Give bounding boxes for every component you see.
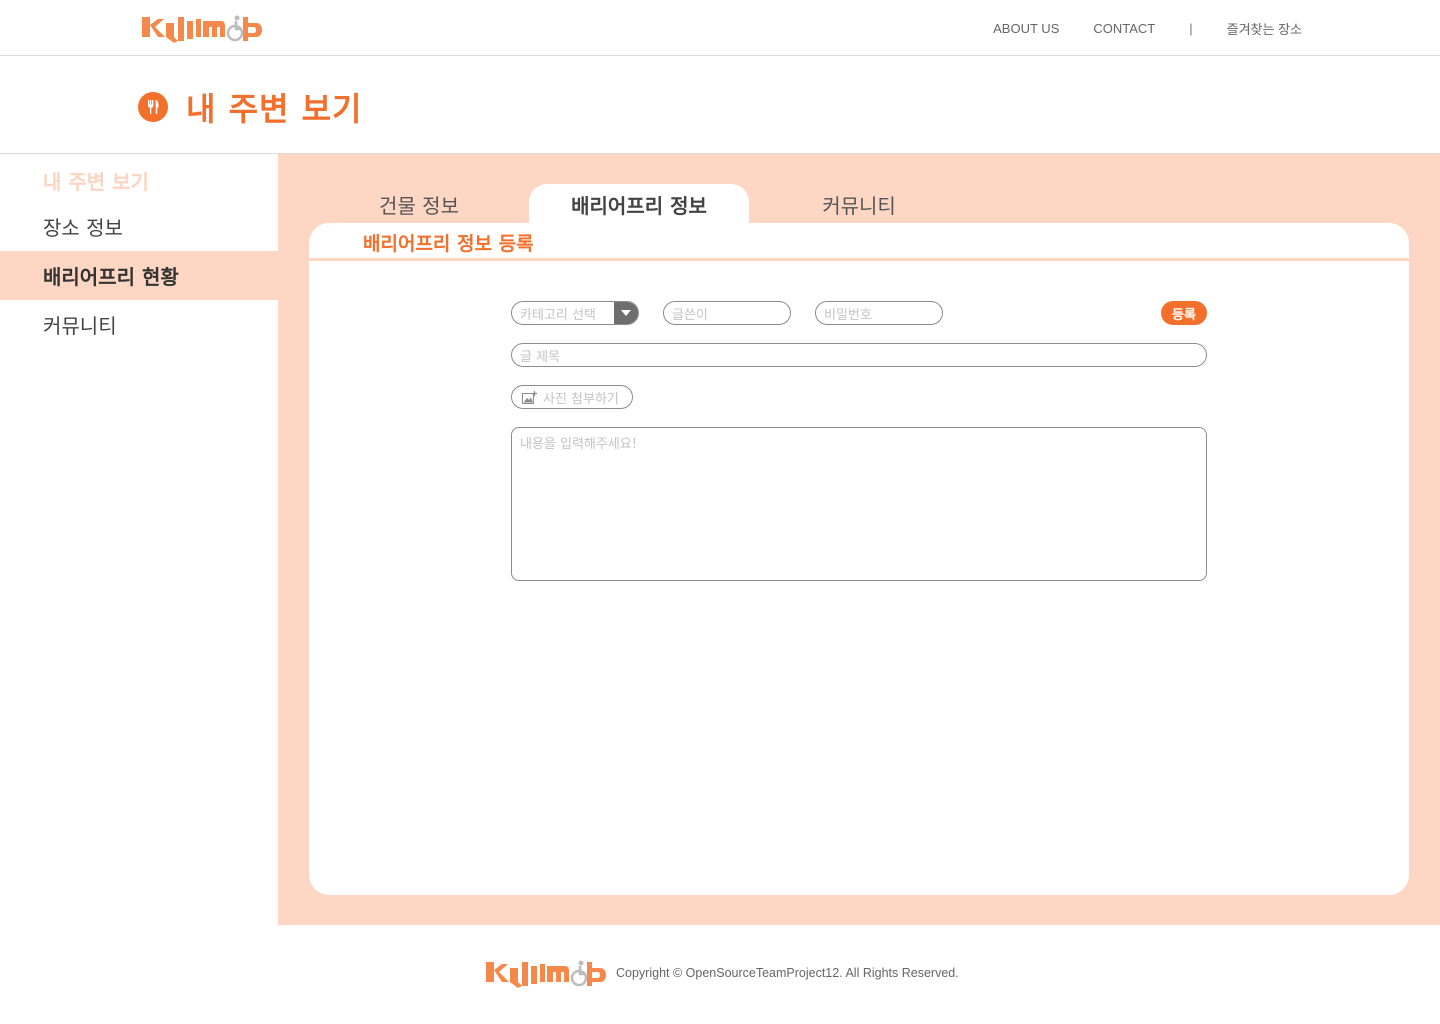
nav-separator: | (1189, 21, 1193, 36)
logo-mark (142, 15, 262, 43)
site-logo[interactable] (142, 13, 266, 43)
sidebar-item-place-info[interactable]: 장소 정보 (0, 202, 278, 251)
form-card: 배리어프리 정보 등록 카테고리 선택 글쓴이 비밀번호 등록 글 제목 사진 … (309, 223, 1409, 895)
form-title-rule (309, 258, 1409, 261)
attach-photo-label: 사진 첨부하기 (543, 391, 619, 407)
content-textarea[interactable]: 내용을 입력해주세요! (511, 427, 1207, 581)
tab-barrier-free-info[interactable]: 배리어프리 정보 (529, 184, 749, 224)
sidebar-item-community[interactable]: 커뮤니티 (0, 300, 278, 349)
copyright-text: Copyright © OpenSourceTeamProject12. All… (616, 966, 959, 980)
fork-knife-icon (138, 92, 168, 122)
author-input[interactable]: 글쓴이 (663, 301, 791, 325)
footer: Copyright © OpenSourceTeamProject12. All… (486, 958, 959, 988)
top-bar: ABOUT US CONTACT | 즐겨찾는 장소 (0, 0, 1440, 56)
nav-favorites[interactable]: 즐겨찾는 장소 (1227, 19, 1302, 38)
nav-contact[interactable]: CONTACT (1093, 21, 1155, 36)
category-select-value: 카테고리 선택 (520, 307, 596, 323)
top-nav: ABOUT US CONTACT | 즐겨찾는 장소 (993, 19, 1302, 38)
chevron-down-icon[interactable] (614, 302, 638, 324)
sidebar-item-barrier-free-status[interactable]: 배리어프리 현황 (0, 251, 278, 300)
page-title: 내 주변 보기 (186, 90, 363, 128)
sidebar-heading: 내 주변 보기 (43, 170, 149, 194)
nav-about-us[interactable]: ABOUT US (993, 21, 1059, 36)
tab-community[interactable]: 커뮤니티 (749, 184, 969, 224)
password-input[interactable]: 비밀번호 (815, 301, 943, 325)
page-title-row: 내 주변 보기 (138, 84, 362, 130)
sidebar: 내 주변 보기 장소 정보 배리어프리 현황 커뮤니티 (0, 154, 278, 349)
footer-logo (486, 960, 606, 988)
form-title: 배리어프리 정보 등록 (363, 233, 534, 255)
category-select[interactable]: 카테고리 선택 (511, 301, 639, 325)
subject-input[interactable]: 글 제목 (511, 343, 1207, 367)
attach-photo-button[interactable]: 사진 첨부하기 (511, 385, 633, 409)
tab-building-info[interactable]: 건물 정보 (309, 184, 529, 224)
add-image-icon (522, 390, 537, 404)
submit-button[interactable]: 등록 (1161, 301, 1207, 325)
